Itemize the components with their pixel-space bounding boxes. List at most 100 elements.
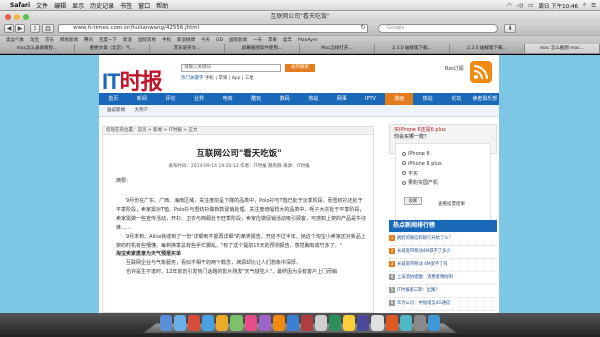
rss-link[interactable]: Rss订阅 bbox=[445, 65, 464, 72]
nav-item[interactable]: 网事 bbox=[328, 93, 357, 105]
dock-app-icon[interactable] bbox=[202, 315, 215, 331]
hot-news-link[interactable]: 长城宽带移动 4M宽不了有 bbox=[397, 262, 448, 267]
nav-item[interactable]: IPTV bbox=[356, 93, 385, 105]
browser-tab[interactable]: 屏幕截图软件使用... bbox=[225, 44, 300, 53]
menu-history[interactable]: 历史记录 bbox=[90, 1, 114, 10]
menu-view[interactable]: 显示 bbox=[72, 1, 84, 10]
bookmark-item[interactable]: PlanAyer bbox=[298, 36, 318, 44]
site-logo[interactable]: IT时报 bbox=[102, 64, 163, 96]
subnav-item-news-cartoon[interactable]: 画说新闻 bbox=[107, 108, 125, 113]
site-search-button[interactable]: 站内搜索 bbox=[285, 64, 315, 72]
hot-news-item[interactable]: 3 长城宽带移动 4M宽不了有 bbox=[389, 259, 497, 272]
bookmark-item[interactable]: 腾讯 bbox=[84, 36, 93, 44]
dock-app-icon[interactable] bbox=[188, 315, 201, 331]
site-search-input[interactable]: 请输入关键词 bbox=[181, 64, 281, 72]
nav-item[interactable]: 热站 bbox=[413, 93, 442, 105]
dock-app-icon[interactable] bbox=[399, 315, 412, 331]
bookmark-item[interactable]: 盈丰 bbox=[283, 36, 292, 44]
bookmark-item[interactable]: 淘宝 bbox=[30, 36, 39, 44]
bookmark-item[interactable]: 百度一下 bbox=[99, 36, 117, 44]
dock-app-icon[interactable] bbox=[174, 315, 187, 331]
search-input[interactable]: Google bbox=[378, 24, 498, 33]
address-field[interactable]: www.it-times.com.cn/hulianwang/42556.jht… bbox=[58, 24, 368, 33]
nav-item[interactable]: 首页 bbox=[99, 93, 128, 105]
dock-app-icon[interactable] bbox=[160, 315, 173, 331]
minimize-window-icon[interactable] bbox=[14, 13, 20, 20]
nav-item[interactable]: 酷玩 bbox=[242, 93, 271, 105]
dock-app-icon[interactable] bbox=[230, 315, 243, 331]
spotlight-icon[interactable]: ⌕ bbox=[583, 2, 586, 9]
bookmark-item[interactable]: 新浪微博 bbox=[177, 36, 195, 44]
bookmark-item[interactable]: 国际贸易 bbox=[138, 36, 156, 44]
dock-app-icon[interactable] bbox=[216, 315, 229, 331]
browser-tab[interactable]: Mac怎样打开... bbox=[300, 44, 375, 53]
dock-app-icon[interactable] bbox=[343, 315, 356, 331]
nav-item[interactable]: 热站 bbox=[299, 93, 328, 105]
back-button[interactable]: ◀ bbox=[4, 24, 14, 33]
poll-option[interactable]: 果粉买国产机 bbox=[396, 179, 490, 189]
bookmark-item[interactable]: 手机 bbox=[162, 36, 171, 44]
dock-app-icon[interactable] bbox=[329, 315, 342, 331]
see-results-link[interactable]: 查看投票结果 bbox=[438, 201, 465, 207]
nav-item[interactable]: 电商 bbox=[213, 93, 242, 105]
browser-tab[interactable]: mac 怎么截图 mac... bbox=[525, 44, 600, 53]
browser-tab[interactable]: 2.3.0 破解版下载... bbox=[375, 44, 450, 53]
vote-button[interactable]: 投票 bbox=[404, 197, 422, 205]
nav-item[interactable]: 评论 bbox=[156, 93, 185, 105]
browser-tab[interactable]: mac怎么录屏教程... bbox=[0, 44, 75, 53]
radio-icon[interactable] bbox=[402, 180, 406, 185]
rss-icon[interactable] bbox=[470, 61, 492, 83]
poll-option[interactable]: iPhone 6 plus bbox=[396, 160, 490, 170]
nav-item[interactable]: 数码 bbox=[270, 93, 299, 105]
dock-app-icon[interactable] bbox=[300, 315, 314, 331]
share-button[interactable]: ⇪ bbox=[30, 24, 40, 33]
hot-keywords[interactable]: 热门关键字 手机 | 苹果 | App | 三星 bbox=[181, 75, 254, 81]
dock-app-icon[interactable] bbox=[413, 315, 426, 331]
dock-app-icon[interactable] bbox=[286, 315, 299, 331]
nav-item[interactable]: 读者俱乐部 bbox=[471, 93, 500, 105]
clock[interactable]: 周日 下午10:46 bbox=[538, 2, 578, 10]
radio-icon[interactable] bbox=[402, 171, 406, 176]
volume-icon[interactable]: ◁) bbox=[517, 3, 523, 9]
hot-news-link[interactable]: 刷脸的微信和银行开始了么？ bbox=[397, 236, 453, 241]
menu-edit[interactable]: 编辑 bbox=[54, 1, 66, 10]
notification-icon[interactable]: ☰ bbox=[591, 3, 596, 9]
browser-tab[interactable]: 2.3.0 破解版下载... bbox=[450, 44, 525, 53]
poll-option[interactable]: iPhone 6 bbox=[396, 150, 490, 160]
nav-item[interactable]: 业界 bbox=[185, 93, 214, 105]
menu-file[interactable]: 文件 bbox=[36, 1, 48, 10]
bookmark-item[interactable]: 国际新闻 bbox=[229, 36, 247, 44]
forward-button[interactable]: ▶ bbox=[15, 24, 25, 33]
browser-tab[interactable]: 苏东坡英文... bbox=[150, 44, 225, 53]
menu-help[interactable]: 帮助 bbox=[156, 1, 168, 10]
hot-news-item[interactable]: 6 华为公司：中国电信4G通信 bbox=[389, 298, 497, 311]
dock-app-icon[interactable] bbox=[357, 315, 370, 331]
dock-app-icon[interactable] bbox=[244, 315, 257, 331]
poll-option[interactable]: 不买 bbox=[396, 170, 490, 180]
dock-app-icon[interactable] bbox=[427, 315, 440, 331]
zoom-window-icon[interactable] bbox=[23, 13, 29, 20]
battery-icon[interactable]: ▭ bbox=[528, 3, 533, 9]
dock-app-icon[interactable] bbox=[258, 315, 271, 331]
hot-news-link[interactable]: IT时报第三期：出路？ bbox=[397, 288, 440, 293]
menu-window[interactable]: 窗口 bbox=[138, 1, 150, 10]
radio-icon[interactable] bbox=[402, 151, 406, 156]
nav-item[interactable]: 论坛 bbox=[442, 93, 471, 105]
dock-app-icon[interactable] bbox=[272, 315, 285, 331]
wifi-icon[interactable]: ◠ bbox=[507, 3, 512, 9]
menu-bookmarks[interactable]: 书签 bbox=[120, 1, 132, 10]
nav-item[interactable]: 漫画 bbox=[384, 93, 414, 105]
hot-news-link[interactable]: 上海消协提醒：消费者慎防明 bbox=[397, 275, 453, 280]
bookmark-item[interactable]: 新浪 bbox=[123, 36, 132, 44]
close-window-icon[interactable] bbox=[5, 13, 11, 20]
dock-app-icon[interactable] bbox=[385, 315, 398, 331]
reload-icon[interactable]: ↻ bbox=[359, 24, 367, 33]
bookmark-item[interactable]: 奥运气象 bbox=[6, 36, 24, 44]
radio-icon[interactable] bbox=[402, 161, 406, 166]
hot-news-link[interactable]: 长城宽带移动4M铁不了多少 bbox=[397, 249, 451, 254]
hot-news-item[interactable]: 1 刷脸的微信和银行开始了么？ bbox=[389, 233, 497, 246]
menu-safari[interactable]: Safari bbox=[10, 2, 30, 9]
downloads-button[interactable]: ⬇ bbox=[504, 24, 516, 33]
bookmark-item[interactable]: 京东 bbox=[45, 36, 54, 44]
bookmark-item[interactable]: 今天 bbox=[201, 36, 210, 44]
